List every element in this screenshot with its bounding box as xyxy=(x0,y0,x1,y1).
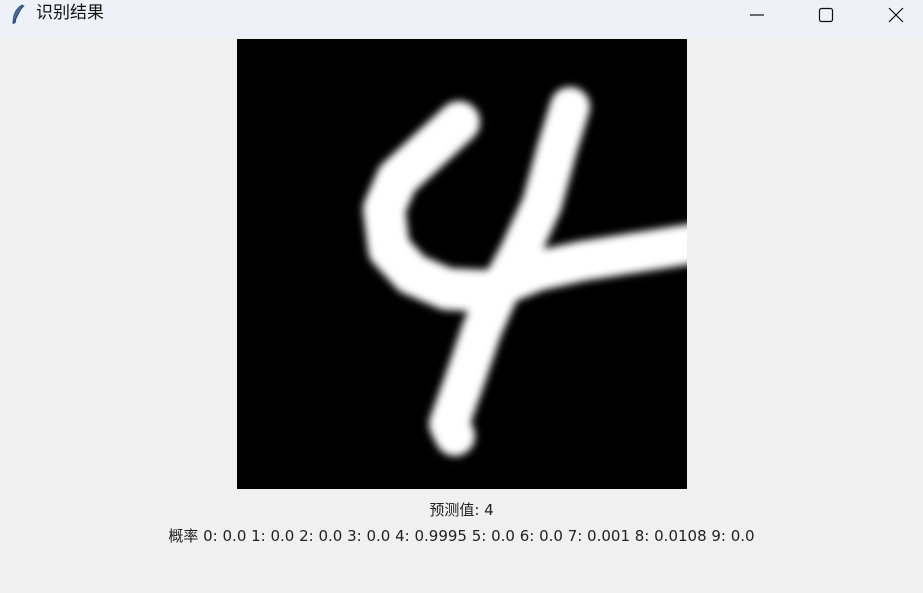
probability-label: 概率 0: 0.0 1: 0.0 2: 0.0 3: 0.0 4: 0.9995… xyxy=(168,527,755,545)
maximize-button[interactable] xyxy=(803,0,849,30)
prediction-label: 预测值: 4 xyxy=(429,501,494,519)
close-icon xyxy=(887,6,905,24)
close-button[interactable] xyxy=(873,0,919,30)
minimize-button[interactable] xyxy=(734,0,780,30)
digit-image xyxy=(237,39,687,489)
maximize-icon xyxy=(818,7,834,23)
window-title: 识别结果 xyxy=(36,3,104,23)
title-bar[interactable]: 识别结果 xyxy=(0,0,923,38)
minimize-icon xyxy=(749,7,765,23)
feather-icon xyxy=(9,4,27,26)
